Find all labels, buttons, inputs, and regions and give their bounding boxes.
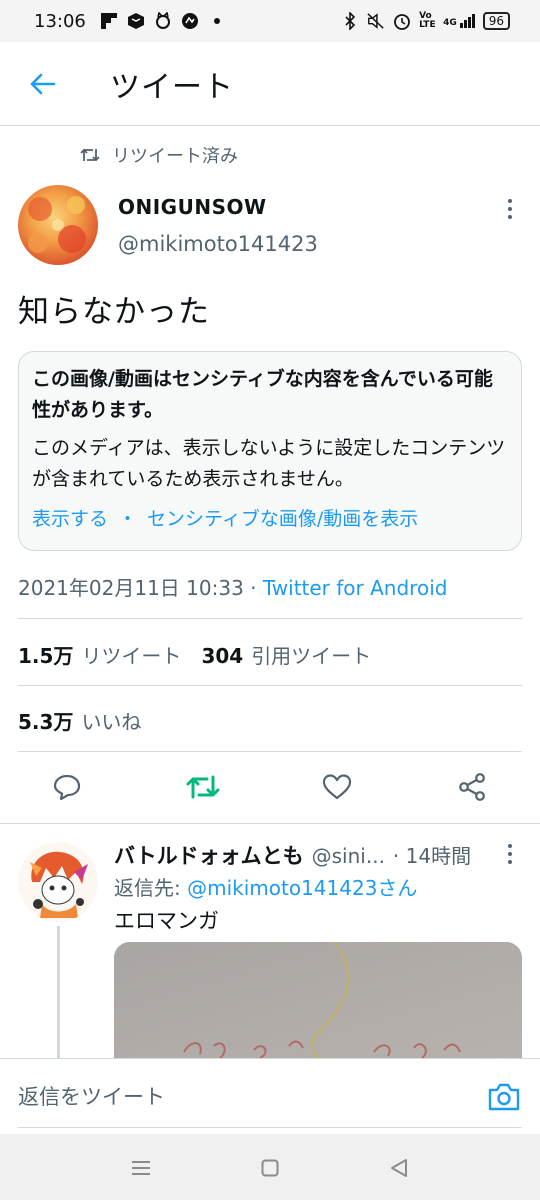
status-icons-left	[100, 12, 226, 30]
sensitive-links: 表示する ・ センシティブな画像/動画を表示	[32, 504, 507, 535]
reply-more-options-button[interactable]	[498, 842, 522, 866]
retweet-count-label[interactable]: リツイート	[81, 640, 181, 669]
reply-text: エロマンガ	[114, 909, 219, 933]
retweeted-label: リツイート済み	[112, 146, 238, 167]
reply-author-name[interactable]: バトルドォォムとも	[114, 840, 304, 870]
camera-button[interactable]	[486, 1079, 522, 1115]
reply-icon	[53, 774, 81, 801]
reply-author-avatar[interactable]	[18, 842, 98, 922]
back-button[interactable]	[2, 42, 82, 126]
retweet-icon	[186, 775, 220, 799]
page-title: ツイート	[110, 69, 234, 105]
status-bar: 13:06 Vo LTE 4G 96	[0, 0, 540, 42]
cat-icon	[154, 12, 172, 30]
more-options-button[interactable]	[498, 195, 522, 223]
share-button[interactable]	[455, 770, 489, 804]
reply-time[interactable]: · 14時間	[393, 840, 471, 869]
mute-icon	[367, 12, 385, 30]
reply-to-mention[interactable]: @mikimoto141423さん	[187, 876, 417, 900]
camera-icon	[488, 1083, 520, 1111]
divider	[18, 685, 522, 686]
status-time: 13:06	[34, 10, 86, 32]
like-stats-row: 5.3万 いいね	[18, 706, 161, 735]
recent-apps-button[interactable]	[127, 1154, 155, 1182]
like-count[interactable]: 5.3万	[18, 706, 73, 735]
reply-compose-bar: 返信をツイート	[0, 1058, 540, 1134]
retweet-button[interactable]	[186, 770, 220, 804]
system-nav-bar	[0, 1134, 540, 1200]
retweeted-indicator: リツイート済み	[80, 142, 238, 168]
tweet-client-link[interactable]: Twitter for Android	[263, 576, 448, 600]
tweet-meta: 2021年02月11日 10:33 · Twitter for Android	[18, 572, 447, 601]
show-media-link[interactable]: 表示する	[32, 504, 108, 535]
retweet-icon	[80, 148, 100, 162]
sensitive-settings-link[interactable]: センシティブな画像/動画を表示	[147, 504, 418, 535]
network-type-label: 4G	[443, 18, 457, 28]
tweet-actions	[0, 752, 540, 824]
more-icon-dot	[508, 207, 512, 211]
back-icon	[391, 1159, 407, 1177]
more-icon-dot	[508, 852, 512, 856]
compose-underline	[18, 1127, 522, 1128]
back-arrow-icon	[30, 73, 56, 94]
dot-icon	[208, 12, 226, 30]
circle-app-icon	[181, 12, 199, 30]
home-button[interactable]	[256, 1154, 284, 1182]
quote-count[interactable]: 304	[201, 644, 243, 668]
thread-line	[57, 926, 60, 1058]
reply-button[interactable]	[50, 770, 84, 804]
tweet-text: 知らなかった	[18, 294, 210, 330]
more-icon-dot	[508, 215, 512, 219]
flipboard-icon	[100, 12, 118, 30]
sensitive-media-notice: この画像/動画はセンシティブな内容を含んでいる可能性があります。 このメディアは…	[18, 351, 522, 551]
menu-icon	[132, 1161, 150, 1175]
alarm-icon	[393, 12, 411, 30]
like-button[interactable]	[320, 770, 354, 804]
share-icon	[459, 773, 485, 801]
status-icons-right: Vo LTE 4G 96	[341, 12, 510, 30]
sensitive-body: このメディアは、表示しないように設定したコンテンツが含まれているため表示されませ…	[32, 437, 506, 490]
sensitive-title: この画像/動画はセンシティブな内容を含んでいる可能性があります。	[32, 368, 493, 421]
author-handle[interactable]: @mikimoto141423	[118, 232, 318, 256]
like-count-label[interactable]: いいね	[81, 706, 141, 735]
like-icon	[322, 774, 352, 800]
system-back-button[interactable]	[385, 1154, 413, 1182]
more-icon-dot	[508, 860, 512, 864]
quote-count-label[interactable]: 引用ツイート	[251, 640, 371, 669]
reply-author-handle[interactable]: @sini...	[312, 844, 385, 868]
reply-to-line: 返信先: @mikimoto141423さん	[114, 872, 417, 901]
reply-to-prefix: 返信先:	[114, 876, 188, 900]
reply-compose-input[interactable]: 返信をツイート	[18, 1081, 165, 1111]
retweet-stats-row: 1.5万 リツイート 304 引用ツイート	[18, 640, 391, 669]
bluetooth-icon	[341, 12, 359, 30]
meta-separator: ·	[243, 576, 263, 600]
more-icon	[508, 844, 512, 848]
box-icon	[127, 12, 145, 30]
retweet-count[interactable]: 1.5万	[18, 640, 73, 669]
author-avatar[interactable]	[18, 185, 98, 265]
battery-icon: 96	[482, 12, 510, 30]
volte-icon: Vo LTE	[419, 11, 436, 30]
author-name[interactable]: ONIGUNSOW	[118, 195, 267, 219]
home-icon	[261, 1159, 279, 1177]
tweet-timestamp: 2021年02月11日 10:33	[18, 576, 244, 600]
link-separator: ・	[118, 508, 138, 530]
signal-4g-icon: 4G	[443, 14, 475, 28]
divider	[18, 618, 522, 619]
reply-media-image[interactable]	[114, 942, 522, 1062]
reply-header: バトルドォォムとも @sini... · 14時間	[114, 840, 494, 870]
app-header: ツイート	[0, 42, 540, 126]
more-icon	[508, 199, 512, 203]
battery-level: 96	[488, 14, 504, 28]
